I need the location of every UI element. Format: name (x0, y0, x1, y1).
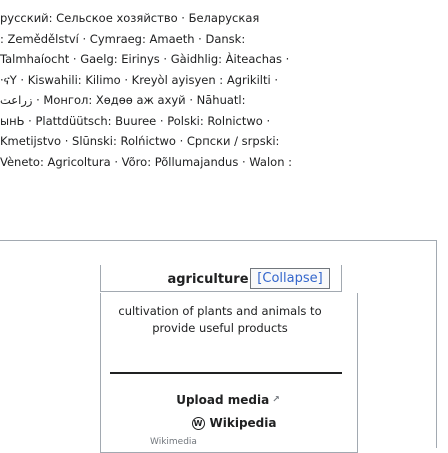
collapse-button[interactable]: [Collapse] (250, 268, 330, 289)
language-row[interactable]: زراعت · Монгол: Хөдөө аж ахуй · Nāhuatl: (0, 90, 448, 111)
language-row[interactable]: : Zemědělství · Cymraeg: Amaeth · Dansk: (0, 29, 448, 50)
wikipedia-sublink[interactable]: Wikimedia (150, 437, 310, 449)
wikipedia-icon: W (191, 416, 205, 430)
infobox-description: cultivation of plants and animals to pro… (118, 304, 322, 335)
infobox-separator (110, 372, 342, 374)
language-row[interactable]: Vèneto: Agricoltura · Võro: Põllumajandu… (0, 152, 448, 173)
language-row[interactable]: русский: Сельское хозяйство · Беларуская (0, 8, 448, 29)
language-links-list: русский: Сельское хозяйство · Беларуская… (0, 8, 448, 220)
upload-media-link[interactable]: Upload media ↗ (138, 390, 318, 410)
upload-media-label: Upload media (176, 393, 270, 407)
language-row[interactable]: Talmhaíocht · Gaelg: Eirinys · Gàidhlig:… (0, 49, 448, 70)
wikipedia-label: Wikipedia (209, 416, 277, 430)
language-row[interactable]: ·ናY · Kiswahili: Kilimo · Kreyòl ayisyen… (0, 70, 448, 91)
language-row[interactable]: Kmetijstvo · Slūnski: Rolńictwo · Српски… (0, 131, 448, 152)
language-row[interactable]: ынЬ · Plattdüütsch: Buuree · Polski: Rol… (0, 111, 448, 132)
external-link-icon: ↗ (272, 395, 280, 405)
wikipedia-link[interactable]: W Wikipedia (144, 413, 324, 433)
